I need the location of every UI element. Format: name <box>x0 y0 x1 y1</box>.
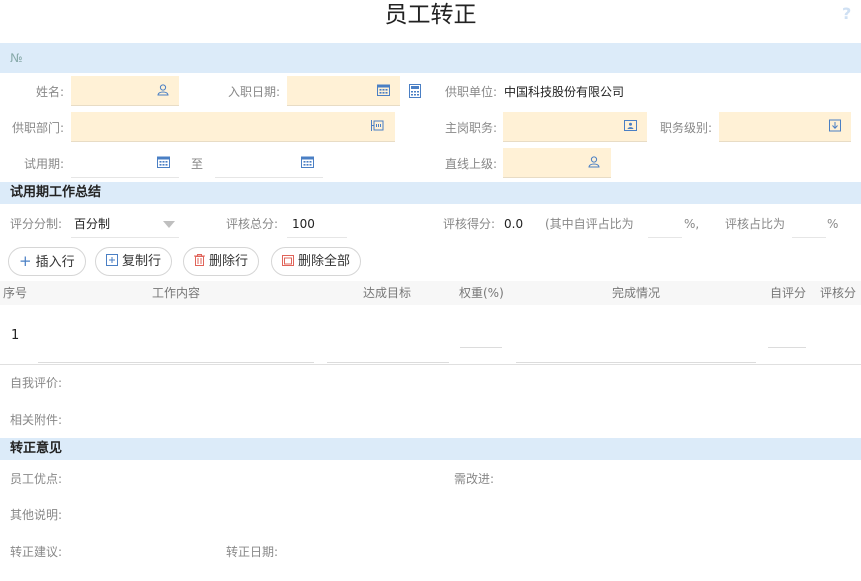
advice-label: 转正建议: <box>10 545 63 559</box>
total-label: 评核总分: <box>226 217 279 231</box>
dept-label: 供职部门: <box>11 121 64 135</box>
score-value: 0.0 <box>504 217 524 231</box>
col-content: 工作内容 <box>152 286 201 300</box>
main-post-field[interactable] <box>503 112 647 142</box>
row-divider <box>0 364 861 365</box>
probation-label: 试用期: <box>23 157 64 171</box>
col-target: 达成目标 <box>363 286 412 300</box>
total-value: 100 <box>292 217 315 231</box>
opinion-section-title: 转正意见 <box>0 438 861 460</box>
post-level-field[interactable] <box>719 112 851 142</box>
review-ratio-label: 评核占比为 <box>725 217 786 231</box>
table-header <box>0 281 861 305</box>
pct-1: %, <box>684 217 700 231</box>
unit-value: 中国科技股份有限公司 <box>504 85 625 99</box>
page-title: 员工转正 <box>384 2 477 28</box>
entry-date-field[interactable] <box>287 76 400 106</box>
probation-end-field[interactable] <box>215 148 323 178</box>
chevron-down-icon[interactable] <box>163 221 175 228</box>
other-label: 其他说明: <box>10 508 63 522</box>
pct-2: % <box>827 217 839 231</box>
help-icon[interactable]: ? <box>842 4 851 23</box>
user-icon[interactable] <box>157 83 169 98</box>
score-label: 评核得分: <box>443 217 496 231</box>
main-post-label: 主岗职务: <box>444 121 497 135</box>
weight-cell[interactable] <box>460 347 502 348</box>
regular-date-label: 转正日期: <box>226 545 279 559</box>
entry-date-label: 入职日期: <box>227 85 280 99</box>
to-label: 至 <box>191 157 204 171</box>
summary-section-title: 试用期工作总结 <box>0 182 861 204</box>
scoring-value: 百分制 <box>74 217 111 231</box>
delete-all-button[interactable]: 删除全部 <box>271 247 362 276</box>
self-ratio-field[interactable] <box>648 210 682 238</box>
copy-icon <box>106 248 118 275</box>
post-level-label: 职务级别: <box>659 121 712 135</box>
completion-cell[interactable] <box>516 362 756 363</box>
dept-field[interactable] <box>71 112 395 142</box>
scoring-label: 评分分制: <box>10 217 63 231</box>
row-index: 1 <box>11 328 20 343</box>
user-icon[interactable] <box>588 155 600 170</box>
col-index: 序号 <box>3 286 28 300</box>
calendar-icon[interactable] <box>157 155 170 171</box>
target-cell[interactable] <box>327 362 449 363</box>
calendar-icon[interactable] <box>301 155 314 171</box>
id-card-icon[interactable] <box>624 119 637 134</box>
download-box-icon[interactable] <box>829 119 841 134</box>
trash-icon <box>194 248 205 275</box>
plus-icon: + <box>19 252 32 270</box>
supervisor-label: 直线上级: <box>444 157 497 171</box>
attachment-label: 相关附件: <box>10 413 63 427</box>
col-weight: 权重(%) <box>459 286 504 300</box>
col-completion: 完成情况 <box>612 286 661 300</box>
scoring-select[interactable]: 百分制 <box>71 210 179 238</box>
trash-all-icon <box>282 248 294 275</box>
name-label: 姓名: <box>35 85 64 99</box>
improve-label: 需改进: <box>454 472 495 486</box>
org-icon[interactable] <box>371 119 386 134</box>
calculator-icon[interactable] <box>409 84 421 101</box>
self-ratio-label: (其中自评占比为 <box>545 217 634 231</box>
delete-row-button[interactable]: 删除行 <box>183 247 260 276</box>
col-self-score: 自评分 <box>770 286 807 300</box>
name-field[interactable] <box>71 76 179 106</box>
number-bar: № <box>0 43 861 73</box>
self-eval-label: 自我评价: <box>10 376 63 390</box>
col-review-score: 评核分 <box>820 286 857 300</box>
table-row: 1 <box>0 305 861 364</box>
insert-row-button[interactable]: + 插入行 <box>8 247 86 276</box>
unit-label: 供职单位: <box>444 85 497 99</box>
probation-start-field[interactable] <box>71 148 179 178</box>
calendar-icon[interactable] <box>377 83 390 99</box>
total-field[interactable]: 100 <box>287 210 347 238</box>
merits-label: 员工优点: <box>10 472 63 486</box>
supervisor-field[interactable] <box>503 148 611 178</box>
content-cell[interactable] <box>38 362 314 363</box>
review-ratio-field[interactable] <box>792 210 826 238</box>
self-score-cell[interactable] <box>768 347 806 348</box>
copy-row-button[interactable]: 复制行 <box>95 247 173 276</box>
